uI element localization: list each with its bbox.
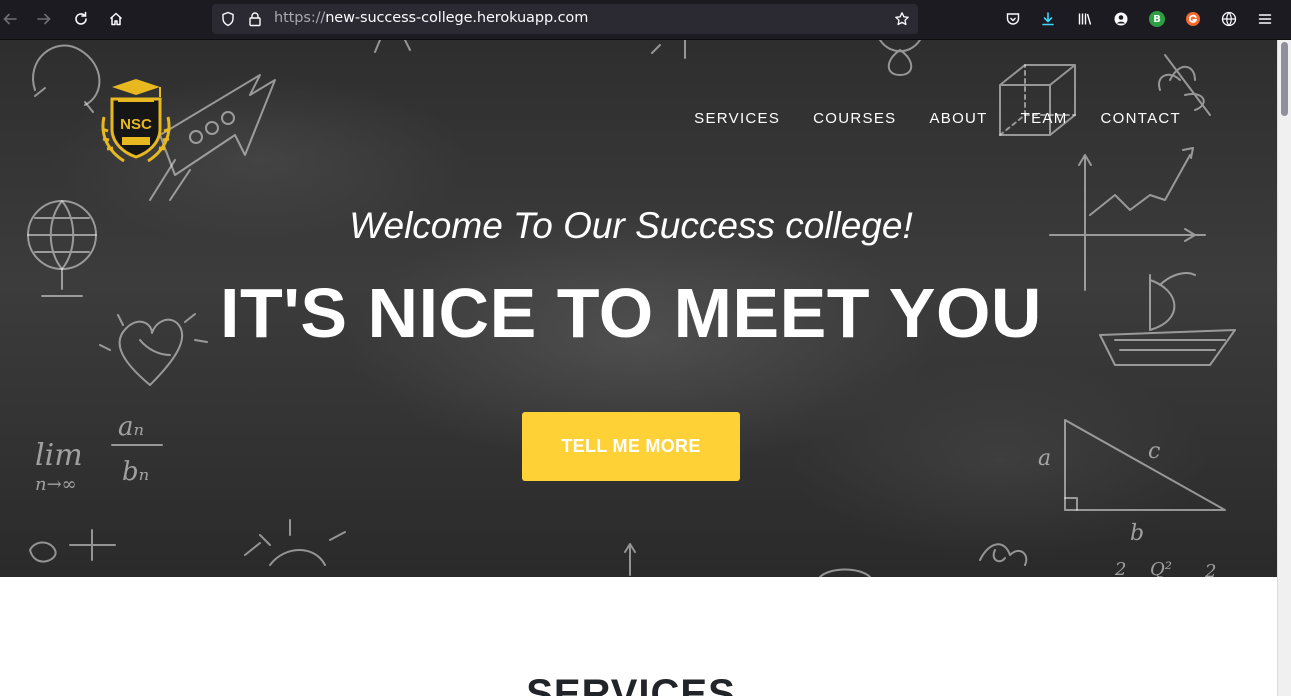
main-nav: SERVICES COURSES ABOUT TEAM CONTACT — [661, 110, 1181, 127]
nav-courses[interactable]: COURSES — [813, 110, 896, 127]
home-button[interactable] — [103, 6, 129, 32]
grammarly-extension-icon[interactable] — [1185, 11, 1201, 27]
chalk-a-n: aₙ — [118, 412, 144, 442]
reload-icon — [75, 11, 87, 25]
account-icon[interactable] — [1113, 11, 1129, 27]
nav-services[interactable]: SERVICES — [694, 110, 780, 127]
logo-text: NSC — [120, 116, 152, 133]
reload-button[interactable] — [68, 6, 94, 32]
services-section-title: SERVICES — [526, 672, 736, 696]
forward-button[interactable] — [31, 6, 57, 32]
chalk-triangle-a: a — [1038, 446, 1051, 471]
tracking-shield-icon[interactable] — [220, 11, 236, 27]
hero-section: lim n→∞ aₙ bₙ a b c 2 Q² 2 NSC SERVICES … — [0, 40, 1277, 577]
tell-me-more-button[interactable]: TELL ME MORE — [522, 412, 740, 481]
browser-toolbar: https://new-success-college.herokuapp.co… — [0, 0, 1291, 40]
profile-badge[interactable]: B — [1149, 11, 1165, 27]
chalk-triangle-b: b — [1130, 521, 1144, 546]
chalk-b-n: bₙ — [122, 457, 149, 487]
back-button[interactable] — [0, 6, 23, 32]
url-protocol: https:// — [274, 10, 326, 26]
home-icon — [109, 12, 123, 26]
hero-heading: IT'S NICE TO MEET YOU — [220, 274, 1042, 352]
college-crest-logo[interactable]: NSC — [98, 77, 174, 171]
library-icon[interactable] — [1077, 11, 1093, 27]
downloads-icon[interactable] — [1040, 11, 1056, 27]
hero-subheading: Welcome To Our Success college! — [349, 205, 913, 246]
url-host: new-success-college.herokuapp.com — [325, 10, 589, 26]
back-arrow-icon — [3, 13, 17, 25]
pocket-icon[interactable] — [1005, 11, 1021, 27]
bookmark-star-icon[interactable] — [894, 11, 910, 27]
url-bar[interactable]: https://new-success-college.herokuapp.co… — [212, 4, 918, 34]
nav-team[interactable]: TEAM — [1021, 110, 1068, 127]
scrollbar-thumb[interactable] — [1281, 42, 1288, 116]
chalk-sq: 2 — [1114, 559, 1126, 577]
forward-arrow-icon — [37, 13, 51, 25]
chalk-lim: lim — [35, 438, 83, 473]
nav-contact[interactable]: CONTACT — [1101, 110, 1181, 127]
page-viewport: lim n→∞ aₙ bₙ a b c 2 Q² 2 NSC SERVICES … — [0, 40, 1277, 696]
page-scrollbar[interactable] — [1277, 40, 1291, 696]
chalk-sq2: 2 — [1204, 561, 1216, 577]
chalk-n-to-inf: n→∞ — [35, 474, 77, 495]
chalk-q2: Q² — [1150, 559, 1172, 577]
lock-icon[interactable] — [247, 11, 263, 27]
url-text[interactable]: https://new-success-college.herokuapp.co… — [274, 10, 588, 26]
nav-about[interactable]: ABOUT — [929, 110, 987, 127]
chalk-triangle-c: c — [1148, 439, 1160, 464]
globe-extension-icon[interactable] — [1221, 11, 1237, 27]
menu-icon[interactable] — [1257, 11, 1273, 27]
